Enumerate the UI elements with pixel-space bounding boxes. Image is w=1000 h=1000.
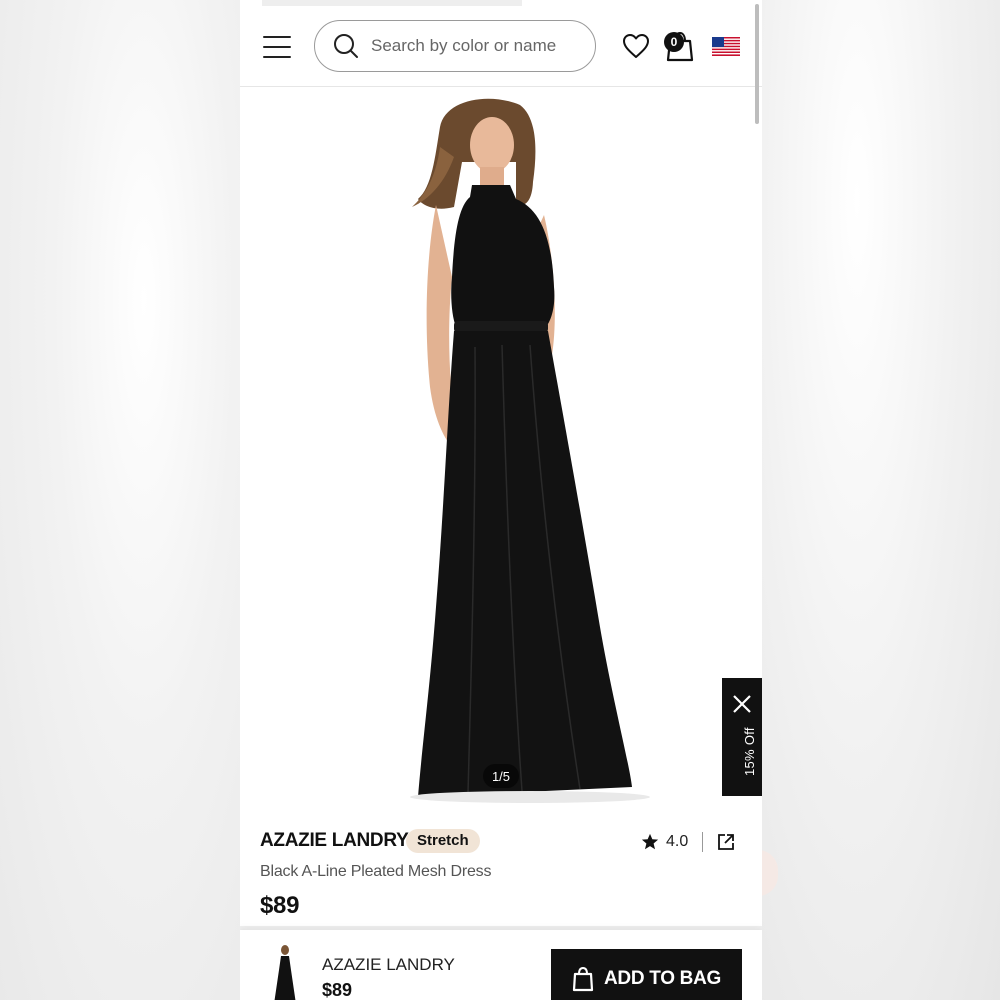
mobile-viewport: 0 [240, 0, 762, 1000]
heart-icon[interactable] [622, 33, 650, 59]
star-icon [641, 833, 659, 850]
us-flag-icon[interactable] [712, 37, 740, 56]
add-to-bag-button[interactable]: ADD TO BAG [551, 949, 742, 1000]
menu-icon[interactable] [263, 36, 291, 58]
share-icon[interactable] [716, 832, 736, 852]
scrollbar[interactable] [755, 4, 759, 124]
add-to-bag-label: ADD TO BAG [604, 968, 721, 989]
top-strip [262, 0, 522, 6]
site-header: 0 [240, 0, 762, 87]
promo-label[interactable]: 15% Off [742, 727, 757, 776]
sticky-price: $89 [322, 980, 353, 1000]
product-image-gallery[interactable]: 1/5 [240, 87, 762, 807]
bag-icon [572, 966, 594, 992]
product-brand: AZAZIE LANDRY [260, 830, 409, 851]
sticky-brand: AZAZIE LANDRY [322, 955, 455, 974]
stretch-badge: Stretch [406, 829, 480, 853]
product-thumbnail [270, 944, 300, 1000]
background-blur-right [762, 0, 1000, 1000]
sticky-add-to-bag-bar: AZAZIE LANDRY $89 ADD TO BAG [240, 930, 762, 1000]
discount-promo-tab[interactable]: 15% Off [722, 678, 762, 796]
search-icon[interactable] [333, 33, 359, 59]
product-photo [410, 98, 650, 803]
close-icon[interactable] [732, 694, 752, 714]
rating-value[interactable]: 4.0 [666, 833, 688, 851]
divider [702, 832, 704, 852]
rating-share-row: 4.0 [633, 828, 743, 856]
background-blur-left [0, 0, 240, 1000]
product-title: Black A-Line Pleated Mesh Dress [260, 863, 492, 880]
search-bar[interactable] [314, 20, 596, 72]
cart-count-badge: 0 [664, 32, 684, 52]
search-input[interactable] [369, 35, 573, 57]
image-counter: 1/5 [483, 764, 519, 788]
product-price: $89 [260, 892, 300, 919]
